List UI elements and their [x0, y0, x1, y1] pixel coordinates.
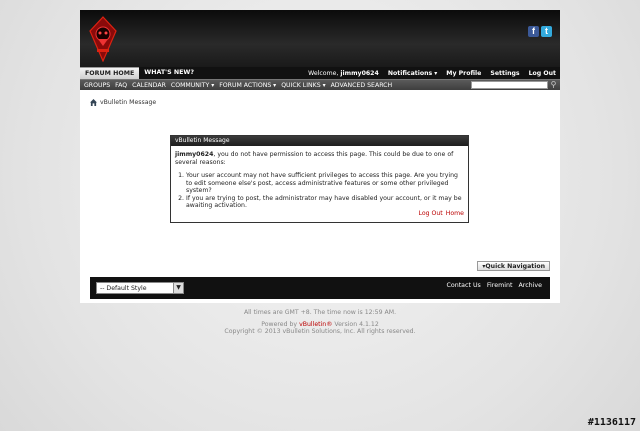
copyright: Copyright © 2013 vBulletin Solutions, In… — [224, 328, 416, 335]
tab-whats-new[interactable]: WHAT'S NEW? — [139, 67, 199, 79]
message-body: jimmy0624, you do not have permission to… — [171, 146, 468, 210]
powered-version: Version 4.1.12 — [332, 321, 379, 328]
facebook-icon[interactable]: f — [528, 26, 539, 37]
style-select-value: -- Default Style — [100, 285, 147, 292]
powered-prefix: Powered by — [261, 321, 300, 328]
search-icon[interactable]: ⚲ — [549, 80, 558, 89]
footer-bar: -- Default Style ▼ Contact Us Firemint A… — [90, 277, 550, 299]
user-links: Welcome, jimmy0624 Notifications My Prof… — [299, 67, 556, 79]
notifications-menu[interactable]: Notifications — [388, 70, 437, 77]
subnav-calendar[interactable]: CALENDAR — [132, 82, 166, 89]
reason-item: Your user account may not have sufficien… — [186, 172, 464, 195]
footer-links: Contact Us Firemint Archive — [440, 282, 542, 289]
chevron-down-icon[interactable]: ▼ — [173, 283, 183, 293]
message-title: vBulletin Message — [171, 136, 468, 146]
sub-navbar: GROUPS FAQ CALENDAR COMMUNITY FORUM ACTI… — [80, 79, 560, 90]
message-logout-link[interactable]: Log Out — [419, 210, 443, 217]
message-home-link[interactable]: Home — [446, 210, 464, 217]
forum-logo-icon[interactable] — [88, 16, 118, 62]
subnav-faq[interactable]: FAQ — [115, 82, 127, 89]
time-notice: All times are GMT +8. The time now is 12… — [243, 309, 397, 316]
subnav-advanced-search[interactable]: ADVANCED SEARCH — [331, 82, 393, 89]
reasons-list: Your user account may not have sufficien… — [186, 172, 464, 210]
page-container: f t FORUM HOME WHAT'S NEW? Welcome, jimm… — [80, 10, 560, 303]
powered-by: Powered by vBulletin® Version 4.1.12 — [0, 321, 640, 328]
search-input[interactable] — [471, 81, 548, 89]
subnav-community[interactable]: COMMUNITY — [171, 82, 214, 89]
reason-item: If you are trying to post, the administr… — [186, 195, 464, 210]
breadcrumb: vBulletin Message — [90, 99, 156, 106]
vbulletin-link[interactable]: vBulletin® — [299, 321, 332, 328]
main-navbar: FORUM HOME WHAT'S NEW? Welcome, jimmy062… — [80, 67, 560, 79]
subnav-forum-actions[interactable]: FORUM ACTIONS — [219, 82, 276, 89]
site-header: f t — [80, 10, 560, 67]
footer-archive-link[interactable]: Archive — [518, 282, 542, 289]
home-icon[interactable] — [90, 99, 97, 106]
subnav-quick-links[interactable]: QUICK LINKS — [281, 82, 325, 89]
subnav-groups[interactable]: GROUPS — [84, 82, 110, 89]
settings-link[interactable]: Settings — [490, 70, 519, 77]
message-username: jimmy0624 — [175, 151, 214, 158]
footer-contact-link[interactable]: Contact Us — [446, 282, 480, 289]
logout-link[interactable]: Log Out — [529, 70, 556, 77]
message-intro: , you do not have permission to access t… — [175, 151, 454, 166]
username-link[interactable]: jimmy0624 — [340, 70, 378, 77]
quick-navigation-button[interactable]: Quick Navigation — [477, 261, 550, 271]
footer-firemint-link[interactable]: Firemint — [487, 282, 513, 289]
message-links: Log Out Home — [418, 210, 465, 217]
watermark: #1136117 — [587, 417, 636, 428]
message-box: vBulletin Message jimmy0624, you do not … — [170, 135, 469, 223]
tab-forum-home[interactable]: FORUM HOME — [80, 67, 140, 79]
twitter-icon[interactable]: t — [541, 26, 552, 37]
social-links: f t — [528, 26, 552, 37]
breadcrumb-current: vBulletin Message — [100, 99, 157, 106]
style-select[interactable]: -- Default Style ▼ — [96, 282, 184, 294]
welcome-text: Welcome, — [308, 69, 339, 77]
my-profile-link[interactable]: My Profile — [446, 70, 481, 77]
